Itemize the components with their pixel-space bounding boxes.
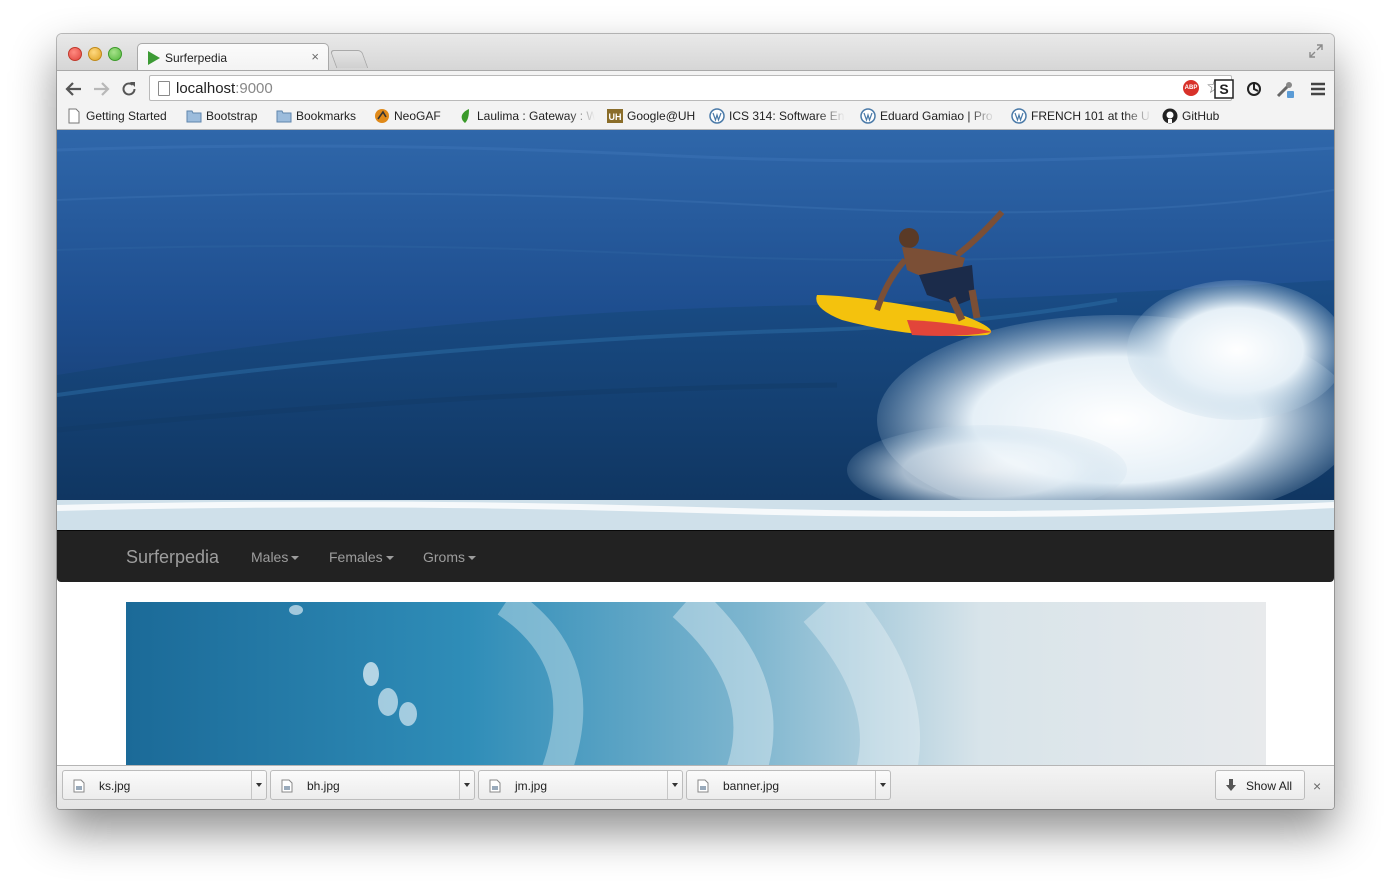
bookmark-laulima[interactable]: Laulima : Gateway : W (457, 108, 595, 125)
folder-icon (186, 110, 202, 123)
download-shelf: ks.jpg bh.jpg jm.jpg banner.jpg Show All… (57, 765, 1334, 809)
site-navbar: Surferpedia Males Females Groms (57, 530, 1334, 582)
bookmark-github[interactable]: GitHub (1162, 108, 1232, 125)
bookmark-eduard-gamiao[interactable]: Eduard Gamiao | Pro (860, 108, 995, 125)
reload-icon[interactable] (119, 79, 139, 99)
laulima-icon (461, 109, 469, 123)
url-text[interactable]: localhost:9000 (176, 80, 273, 97)
new-tab-button[interactable] (329, 50, 369, 68)
svg-text:S: S (1219, 81, 1228, 97)
bookmark-bootstrap[interactable]: Bootstrap (186, 108, 264, 125)
download-item[interactable]: banner.jpg (686, 770, 891, 800)
github-icon (1162, 108, 1178, 124)
image-file-icon (489, 779, 501, 793)
image-file-icon (697, 779, 709, 793)
nav-females-dropdown[interactable]: Females (329, 549, 394, 565)
page-icon (158, 81, 170, 96)
caret-down-icon (291, 556, 300, 561)
tab-strip: Surferpedia × (57, 34, 1334, 71)
navbar-brand[interactable]: Surferpedia (126, 547, 219, 568)
bookmark-getting-started[interactable]: Getting Started (66, 108, 181, 125)
browser-window: Surferpedia × localhost:9000 ABP ☆ S (57, 34, 1334, 809)
sync-icon[interactable] (1244, 79, 1264, 99)
close-shelf-icon[interactable]: × (1313, 778, 1321, 794)
page-viewport: Surferpedia Males Females Groms (57, 130, 1334, 770)
address-bar[interactable]: localhost:9000 ABP ☆ (149, 75, 1232, 101)
download-item[interactable]: bh.jpg (270, 770, 475, 800)
tab-title: Surferpedia (165, 51, 228, 65)
dropdown-arrow-icon[interactable] (875, 771, 890, 799)
nav-groms-dropdown[interactable]: Groms (423, 549, 476, 565)
dropdown-arrow-icon[interactable] (667, 771, 682, 799)
adblock-icon[interactable]: ABP (1183, 80, 1199, 96)
caret-down-icon (468, 556, 476, 561)
bookmark-neogaf[interactable]: NeoGAF (374, 108, 444, 125)
bookmark-french-101[interactable]: FRENCH 101 at the U (1011, 108, 1152, 125)
download-arrow-icon (1226, 779, 1236, 791)
tab-close-icon[interactable]: × (311, 49, 319, 64)
surfer-banner-image (57, 130, 1334, 530)
window-maximize-button[interactable] (108, 47, 122, 61)
image-file-icon (281, 779, 293, 793)
tab-surferpedia[interactable]: Surferpedia × (137, 43, 329, 71)
download-item[interactable]: ks.jpg (62, 770, 267, 800)
fullscreen-icon[interactable] (1308, 43, 1324, 59)
wave-closeup-image (126, 602, 1266, 770)
bookmark-ics-314[interactable]: ICS 314: Software Eng (709, 108, 845, 125)
wordpress-icon (1011, 108, 1027, 124)
bookmark-google-uh[interactable]: UH Google@UH (607, 108, 699, 125)
window-minimize-button[interactable] (88, 47, 102, 61)
dropdown-arrow-icon[interactable] (251, 771, 266, 799)
play-icon (148, 51, 160, 65)
nav-males-dropdown[interactable]: Males (251, 549, 300, 565)
uh-icon: UH (607, 109, 623, 123)
forward-arrow-icon[interactable] (91, 79, 111, 99)
image-file-icon (73, 779, 85, 793)
window-close-button[interactable] (68, 47, 82, 61)
page-icon (68, 108, 80, 124)
caret-down-icon (385, 556, 394, 561)
dropdown-arrow-icon[interactable] (459, 771, 474, 799)
bookmark-bookmarks[interactable]: Bookmarks (276, 108, 361, 125)
wordpress-icon (860, 108, 876, 124)
neogaf-icon (375, 109, 389, 123)
menu-icon[interactable] (1308, 79, 1328, 99)
show-all-downloads-button[interactable]: Show All (1215, 770, 1305, 800)
svg-text:UH: UH (609, 112, 622, 122)
folder-icon (276, 110, 292, 123)
download-item[interactable]: jm.jpg (478, 770, 683, 800)
wrench-icon[interactable] (1275, 79, 1295, 99)
s-extension-icon[interactable]: S (1214, 79, 1234, 99)
back-arrow-icon[interactable] (64, 79, 84, 99)
bookmarks-bar: Getting Started Bootstrap Bookmarks NeoG… (57, 104, 1334, 130)
wordpress-icon (709, 108, 725, 124)
